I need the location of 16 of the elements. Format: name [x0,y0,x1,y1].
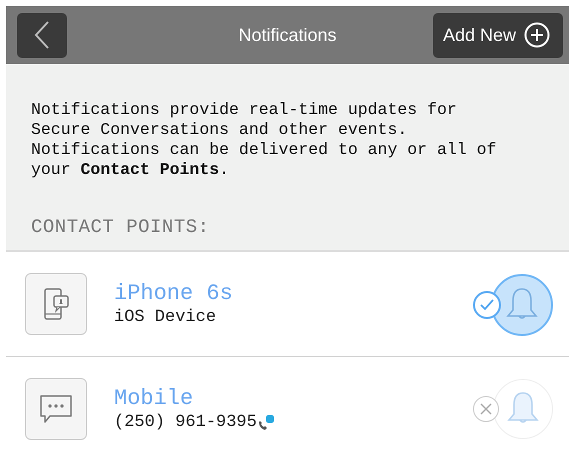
section-heading: CONTACT POINTS: [31,216,211,238]
check-icon [479,297,495,313]
add-new-button[interactable]: Add New [432,12,563,58]
plus-circle-icon [524,22,550,48]
page-title: Notifications [238,24,337,46]
contact-name: Mobile [114,386,194,411]
contact-detail: iOS Device [114,308,216,327]
chat-bubble-icon [38,393,74,425]
notification-toggle[interactable] [473,274,553,334]
contact-name: iPhone 6s [114,281,234,306]
cross-icon [479,402,493,416]
notification-toggle[interactable] [473,379,553,439]
intro-paragraph: Notifications provide real-time updates for Secure Conversations and other events. Notifications can be delivered to any or all of your Contact Points. [31,100,498,180]
contact-detail: (250) 961-9395 [114,413,257,432]
call-app-icon [256,414,275,432]
back-button[interactable] [17,12,67,58]
